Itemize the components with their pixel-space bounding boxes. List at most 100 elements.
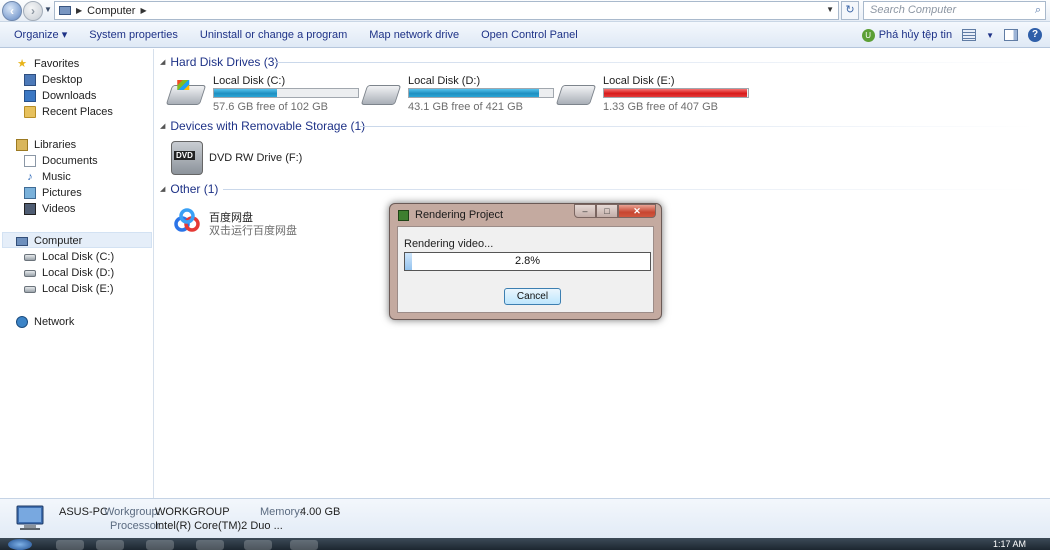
collapse-icon[interactable]: ◢ <box>160 58 165 66</box>
sidebar-item-computer[interactable]: Computer <box>16 233 82 249</box>
chevron-right-icon[interactable]: ▶ <box>140 6 146 15</box>
shred-files-button[interactable]: U Phá hủy tệp tin <box>861 28 953 42</box>
close-button[interactable]: ✕ <box>618 204 656 218</box>
baidu-netdisk-icon[interactable] <box>171 205 203 237</box>
sidebar-label: Pictures <box>42 187 82 199</box>
drive-name: Local Disk (C:) <box>213 75 286 87</box>
drive-c[interactable]: Local Disk (C:) 57.6 GB free of 102 GB <box>165 75 359 115</box>
sidebar-item-network[interactable]: Network <box>16 314 74 330</box>
start-button[interactable] <box>8 539 32 550</box>
computer-name: ASUS-PC <box>59 506 108 518</box>
drive-name: Local Disk (D:) <box>408 75 481 87</box>
uninstall-button[interactable]: Uninstall or change a program <box>189 22 358 48</box>
drive-usage-fill <box>604 89 747 97</box>
group-header-removable[interactable]: ◢ Devices with Removable Storage (1) <box>160 119 365 133</box>
command-bar: Organize ▾ System properties Uninstall o… <box>0 22 1050 48</box>
workgroup-label: Workgroup: <box>104 506 161 518</box>
hard-disk-icon <box>360 85 402 105</box>
hard-disk-icon <box>24 285 36 293</box>
sidebar-item-disk-e[interactable]: Local Disk (E:) <box>24 281 114 297</box>
sidebar-item-desktop[interactable]: Desktop <box>24 72 82 88</box>
hard-disk-icon <box>24 253 36 261</box>
sidebar-item-videos[interactable]: Videos <box>24 201 75 217</box>
taskbar: 1:17 AM <box>0 538 1050 550</box>
dialog-title-bar[interactable]: Rendering Project <box>398 209 503 221</box>
taskbar-app-firefox[interactable] <box>146 540 174 550</box>
group-divider <box>223 189 1035 190</box>
recent-pages-dropdown-icon[interactable]: ▼ <box>44 5 52 14</box>
shred-icon: U <box>861 28 875 42</box>
taskbar-app-ie[interactable] <box>56 540 84 550</box>
sidebar-item-downloads[interactable]: Downloads <box>24 88 96 104</box>
render-progress-text: 2.8% <box>514 255 541 267</box>
clock[interactable]: 1:17 AM <box>993 539 1026 549</box>
preview-pane-icon[interactable] <box>1004 29 1018 41</box>
sidebar-item-pictures[interactable]: Pictures <box>24 185 82 201</box>
memory-label: Memory: <box>260 506 303 518</box>
sidebar-label: Documents <box>42 155 98 167</box>
app-icon <box>398 209 409 221</box>
breadcrumb-computer[interactable]: Computer <box>87 5 135 17</box>
maximize-button[interactable]: □ <box>596 204 618 218</box>
group-title: Other (1) <box>170 182 219 196</box>
map-network-drive-button[interactable]: Map network drive <box>358 22 470 48</box>
collapse-icon[interactable]: ◢ <box>160 185 165 193</box>
dvd-drive-icon[interactable]: DVD <box>171 141 203 175</box>
drive-free-space: 1.33 GB free of 407 GB <box>603 101 718 113</box>
open-control-panel-button[interactable]: Open Control Panel <box>470 22 589 48</box>
organize-button[interactable]: Organize ▾ <box>0 22 78 48</box>
rendering-dialog: Rendering Project – □ ✕ Rendering video.… <box>389 203 662 320</box>
recent-places-icon <box>24 106 36 118</box>
sidebar-item-music[interactable]: ♪ Music <box>24 169 70 185</box>
collapse-icon[interactable]: ◢ <box>160 122 165 130</box>
chevron-right-icon[interactable]: ▶ <box>76 6 82 15</box>
drive-name: Local Disk (E:) <box>603 75 675 87</box>
drive-d[interactable]: Local Disk (D:) 43.1 GB free of 421 GB <box>360 75 554 115</box>
path-box[interactable]: ▶ Computer ▶ ▼ <box>54 1 839 20</box>
libraries-icon <box>16 139 28 151</box>
taskbar-app-obs[interactable] <box>196 540 224 550</box>
drive-usage-fill <box>214 89 278 97</box>
search-icon[interactable]: ⌕ <box>1035 2 1041 19</box>
computer-icon <box>59 6 71 15</box>
sidebar-item-libraries[interactable]: Libraries <box>16 137 76 153</box>
group-title: Devices with Removable Storage (1) <box>170 119 366 133</box>
drive-usage-bar <box>408 88 554 98</box>
drive-usage-bar <box>213 88 359 98</box>
system-properties-button[interactable]: System properties <box>78 22 189 48</box>
pictures-icon <box>24 187 36 199</box>
help-icon[interactable]: ? <box>1028 28 1042 42</box>
chevron-down-icon[interactable]: ▼ <box>826 5 834 14</box>
dvd-drive-name[interactable]: DVD RW Drive (F:) <box>209 152 302 164</box>
drive-usage-fill <box>409 89 539 97</box>
sidebar-label: Desktop <box>42 74 83 86</box>
change-view-icon[interactable] <box>962 29 977 41</box>
sidebar-item-disk-d[interactable]: Local Disk (D:) <box>24 265 114 281</box>
music-icon: ♪ <box>27 171 33 183</box>
sidebar-item-recent-places[interactable]: Recent Places <box>24 104 113 120</box>
minimize-button[interactable]: – <box>574 204 596 218</box>
search-input[interactable]: Search Computer ⌕ <box>863 1 1046 20</box>
sidebar-item-documents[interactable]: Documents <box>24 153 98 169</box>
hard-disk-icon <box>24 269 36 277</box>
processor-value: Intel(R) Core(TM)2 Duo ... <box>155 520 283 532</box>
taskbar-app-camtasia[interactable] <box>244 540 272 550</box>
sidebar-label: Local Disk (E:) <box>42 283 114 295</box>
back-button[interactable]: ‹ <box>2 1 22 21</box>
drive-e[interactable]: Local Disk (E:) 1.33 GB free of 407 GB <box>555 75 749 115</box>
shred-files-label: Phá hủy tệp tin <box>878 28 953 41</box>
refresh-button[interactable]: ↻ <box>841 1 859 20</box>
view-dropdown-icon[interactable]: ▼ <box>986 31 994 40</box>
sidebar-item-favorites[interactable]: ★ Favorites <box>16 56 79 72</box>
group-header-other[interactable]: ◢ Other (1) <box>160 182 218 196</box>
details-pane: ASUS-PC Workgroup: WORKGROUP Memory: 4.0… <box>0 498 1050 538</box>
forward-button[interactable]: › <box>23 1 43 21</box>
taskbar-app-render[interactable] <box>290 540 318 550</box>
sidebar-item-disk-c[interactable]: Local Disk (C:) <box>24 249 114 265</box>
group-divider <box>360 126 1035 127</box>
taskbar-app-explorer[interactable] <box>96 540 124 550</box>
group-header-hard-disks[interactable]: ◢ Hard Disk Drives (3) <box>160 55 278 69</box>
cancel-button[interactable]: Cancel <box>504 288 561 305</box>
star-icon: ★ <box>17 58 27 70</box>
dialog-title: Rendering Project <box>415 209 504 221</box>
